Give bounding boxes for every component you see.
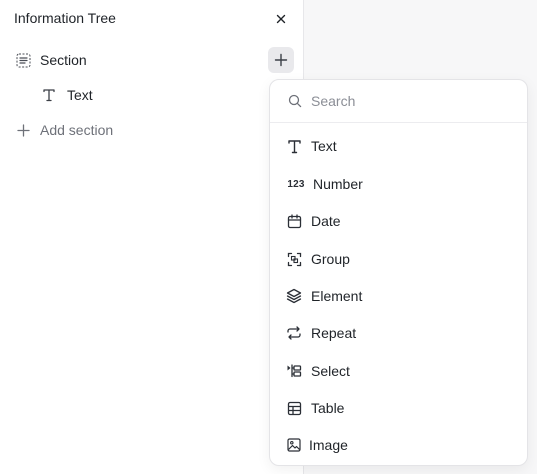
plus-icon — [15, 122, 31, 138]
menu-item-element[interactable]: Element — [270, 279, 527, 313]
tree-item-label: Section — [40, 52, 87, 68]
menu-item-label: Select — [311, 363, 350, 379]
text-icon — [41, 87, 57, 103]
menu-item-label: Group — [311, 251, 350, 267]
tree-item-label: Text — [67, 87, 93, 103]
menu-item-label: Number — [313, 176, 363, 192]
panel-title: Information Tree — [14, 10, 116, 26]
search-bar — [270, 80, 527, 123]
group-icon — [285, 250, 303, 268]
repeat-icon — [285, 324, 303, 342]
tree-item-section[interactable]: Section — [15, 50, 87, 70]
menu-item-repeat[interactable]: Repeat — [270, 316, 527, 350]
field-type-dropdown: Text 123 Number Date Group Element Repea… — [269, 79, 528, 466]
search-input[interactable] — [311, 93, 511, 109]
tree-item-text[interactable]: Text — [41, 85, 93, 105]
add-section-label: Add section — [40, 122, 114, 138]
close-button[interactable] — [272, 10, 290, 28]
section-icon — [15, 52, 31, 68]
table-icon — [285, 399, 303, 417]
calendar-icon — [285, 212, 303, 230]
select-icon — [285, 362, 303, 380]
text-icon — [285, 137, 303, 155]
menu-item-label: Element — [311, 288, 363, 304]
close-icon — [275, 13, 287, 25]
search-icon — [288, 94, 302, 108]
menu-item-table[interactable]: Table — [270, 391, 527, 425]
menu-item-number[interactable]: 123 Number — [270, 167, 527, 201]
menu-item-label: Text — [311, 138, 337, 154]
image-icon — [285, 436, 303, 454]
menu-item-label: Table — [311, 400, 345, 416]
menu-item-label: Repeat — [311, 325, 357, 341]
layers-icon — [285, 287, 303, 305]
plus-icon — [274, 53, 288, 67]
add-section-button[interactable]: Add section — [15, 120, 113, 140]
menu-item-label: Date — [311, 213, 341, 229]
menu-item-select[interactable]: Select — [270, 354, 527, 388]
information-tree-panel: Information Tree Section Text Add sectio… — [0, 0, 304, 474]
menu-item-group[interactable]: Group — [270, 242, 527, 276]
number-icon: 123 — [287, 178, 305, 190]
menu-item-label: Image — [309, 437, 348, 453]
menu-item-date[interactable]: Date — [270, 204, 527, 238]
menu-item-image[interactable]: Image — [270, 428, 527, 462]
menu-item-text[interactable]: Text — [270, 129, 527, 163]
add-field-button[interactable] — [268, 47, 294, 73]
